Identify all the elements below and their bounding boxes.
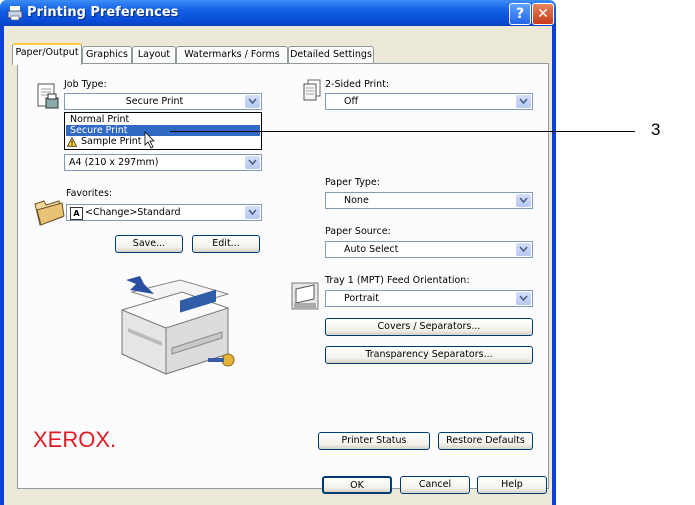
chevron-down-icon[interactable] (245, 156, 260, 169)
tab-watermarks-forms[interactable]: Watermarks / Forms (176, 46, 288, 63)
chevron-down-icon[interactable] (245, 95, 260, 108)
xerox-logo: XEROX. (33, 427, 117, 452)
two-sided-value: Off (344, 96, 359, 107)
tray-feed-icon (290, 277, 320, 315)
ok-button[interactable]: OK (322, 476, 392, 494)
close-button[interactable]: ✕ (532, 3, 554, 25)
favorites-select[interactable]: A <Change>Standard (66, 204, 262, 221)
covers-separators-button[interactable]: Covers / Separators... (325, 318, 533, 336)
tab-graphics[interactable]: Graphics (82, 46, 132, 63)
chevron-down-icon[interactable] (516, 95, 531, 108)
paper-size-select[interactable]: A4 (210 x 297mm) (64, 154, 262, 171)
window-title: Printing Preferences (27, 5, 179, 20)
tray-orientation-value: Portrait (344, 293, 379, 304)
two-sided-label: 2-Sided Print: (325, 79, 390, 90)
chevron-down-icon[interactable] (516, 292, 531, 305)
printer-status-button[interactable]: Printer Status (318, 432, 430, 450)
job-type-icon (36, 82, 60, 112)
paper-source-value: Auto Select (344, 244, 399, 255)
cancel-button[interactable]: Cancel (400, 476, 470, 494)
save-button[interactable]: Save... (115, 235, 183, 253)
paper-type-label: Paper Type: (325, 177, 380, 188)
job-type-label: Job Type: (64, 79, 107, 90)
callout-line (170, 131, 635, 132)
restore-defaults-button[interactable]: Restore Defaults (438, 432, 533, 450)
favorites-value: <Change>Standard (85, 207, 181, 218)
title-bar[interactable]: Printing Preferences ? ✕ (0, 0, 556, 26)
callout-number: 3 (651, 120, 661, 139)
list-item-sample-print[interactable]: Sample Print (66, 136, 260, 147)
tray-orientation-select[interactable]: Portrait (325, 290, 533, 307)
favorites-label: Favorites: (66, 188, 113, 199)
mouse-cursor-icon (144, 131, 158, 149)
chevron-down-icon[interactable] (245, 206, 260, 219)
printer-icon (7, 5, 23, 21)
warning-icon (66, 136, 78, 147)
paper-type-select[interactable]: None (325, 192, 533, 209)
tab-detailed-settings[interactable]: Detailed Settings (288, 46, 374, 63)
job-type-value: Secure Print (125, 96, 184, 107)
chevron-down-icon[interactable] (516, 243, 531, 256)
paper-source-label: Paper Source: (325, 226, 391, 237)
paper-type-value: None (344, 195, 369, 206)
tab-paper-output[interactable]: Paper/Output (12, 43, 82, 65)
chevron-down-icon[interactable] (516, 194, 531, 207)
tab-layout[interactable]: Layout (132, 46, 176, 63)
two-sided-select[interactable]: Off (325, 93, 533, 110)
tray-orientation-label: Tray 1 (MPT) Feed Orientation: (325, 275, 470, 286)
help-button[interactable]: Help (477, 476, 547, 494)
favorites-badge: A (70, 207, 83, 220)
duplex-icon (303, 79, 321, 101)
job-type-select[interactable]: Secure Print (64, 93, 262, 110)
paper-source-select[interactable]: Auto Select (325, 241, 533, 258)
help-caption-button[interactable]: ? (509, 3, 531, 25)
paper-size-value: A4 (210 x 297mm) (69, 157, 159, 168)
transparency-separators-button[interactable]: Transparency Separators... (325, 346, 533, 364)
printer-illustration (110, 262, 248, 380)
folder-icon (32, 196, 66, 228)
list-item-normal-print[interactable]: Normal Print (66, 114, 260, 125)
edit-button[interactable]: Edit... (192, 235, 260, 253)
